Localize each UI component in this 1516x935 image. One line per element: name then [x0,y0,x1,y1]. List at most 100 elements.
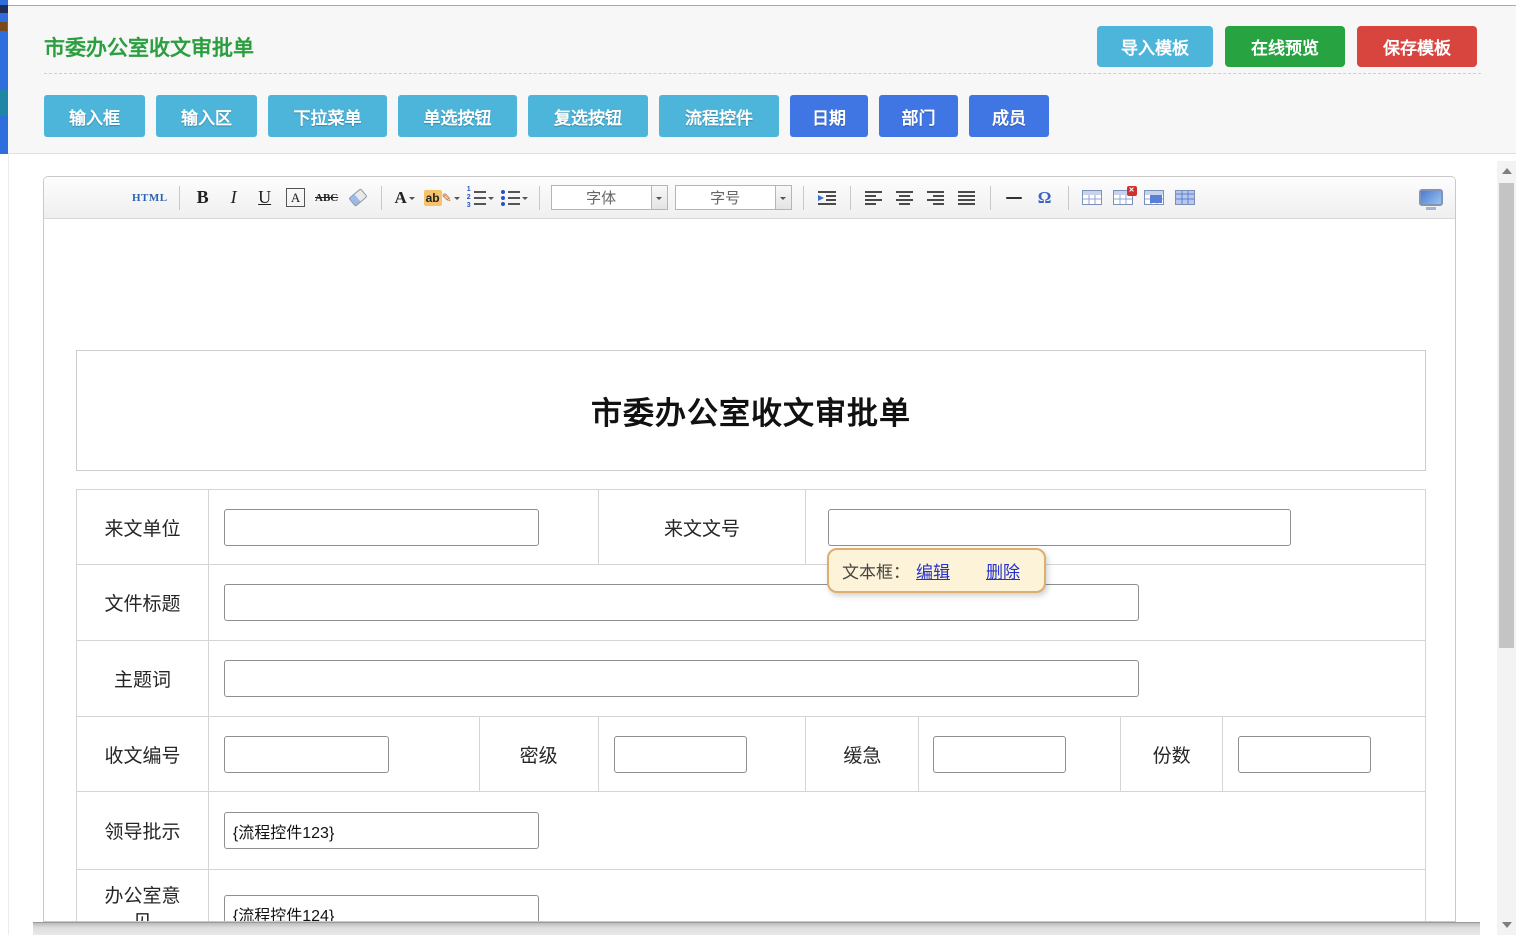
highlight-icon: ab [424,190,442,206]
label-leader-comment: 领导批示 [77,792,209,870]
underline-button[interactable]: U [253,185,277,211]
clipped-window-strip [0,0,8,154]
component-button-input[interactable]: 输入框 [44,95,145,137]
clipped-window-artifact [0,90,8,116]
align-right-button[interactable] [924,185,948,211]
html-source-button[interactable]: HTML [132,185,168,211]
align-center-icon [896,191,913,205]
component-button-textarea[interactable]: 输入区 [156,95,257,137]
table-row: 领导批示 [77,792,1426,870]
select-arrow-button[interactable] [651,186,667,209]
bold-button[interactable]: B [191,185,215,211]
copies-input[interactable] [1238,736,1371,773]
delete-table-button[interactable] [1111,185,1135,211]
indent-icon [818,191,836,205]
font-style-button[interactable]: A [284,185,308,211]
label-secrecy: 密级 [480,717,599,792]
align-justify-button[interactable] [955,185,979,211]
page-title: 市委办公室收文审批单 [44,32,254,62]
form-title-box: 市委办公室收文审批单 [76,350,1426,471]
save-template-button[interactable]: 保存模板 [1357,26,1477,67]
component-button-radio[interactable]: 单选按钮 [398,95,517,137]
cell-subject-word [209,641,1426,717]
component-button-checkbox[interactable]: 复选按钮 [528,95,648,137]
urgency-input[interactable] [933,736,1066,773]
label-source-unit: 来文单位 [77,490,209,565]
cell-properties-button[interactable] [1142,185,1166,211]
ordered-list-button[interactable] [467,185,494,211]
import-template-button[interactable]: 导入模板 [1097,26,1213,67]
table-icon [1082,190,1102,205]
italic-button[interactable]: I [222,185,246,211]
horizontal-rule-button[interactable] [1002,185,1026,211]
indent-button[interactable] [815,185,839,211]
scroll-thumb[interactable] [1499,183,1514,648]
scroll-up-button[interactable] [1497,163,1516,179]
ordered-list-icon [467,187,486,209]
component-button-member[interactable]: 成员 [969,95,1049,137]
office-opinion-input[interactable] [224,895,539,922]
arrow-up-icon [1502,163,1512,174]
edit-link[interactable]: 编辑 [916,558,950,583]
cell-receipt-number [209,717,480,792]
fullscreen-button[interactable] [1419,189,1443,206]
chevron-down-icon [454,197,460,203]
editor-content[interactable]: 市委办公室收文审批单 来文单位 来文文号 文件标题 [44,219,1455,922]
label-doc-title: 文件标题 [77,565,209,641]
component-button-date[interactable]: 日期 [790,95,868,137]
chevron-down-icon [780,197,786,203]
table-row: 文件标题 [77,565,1426,641]
font-style-icon: A [286,188,305,207]
label-urgency: 缓急 [806,717,919,792]
source-number-input[interactable] [828,509,1291,546]
label-receipt-number: 收文编号 [77,717,209,792]
table-row: 收文编号 密级 缓急 份数 [77,717,1426,792]
component-button-dropdown[interactable]: 下拉菜单 [268,95,387,137]
insert-table-button[interactable] [1080,185,1104,211]
highlight-color-button[interactable]: ab ✎ [424,185,460,211]
cell-leader-comment [209,792,1426,870]
secrecy-input[interactable] [614,736,747,773]
page-header: 市委办公室收文审批单 导入模板 在线预览 保存模板 输入框 输入区 下拉菜单 单… [8,5,1516,154]
field-tooltip: 文本框： 编辑 删除 [827,548,1046,593]
align-right-icon [927,191,944,205]
cell-secrecy [599,717,807,792]
table-properties-button[interactable] [1173,185,1197,211]
label-copies: 份数 [1121,717,1223,792]
align-left-button[interactable] [862,185,886,211]
scroll-down-button[interactable] [1497,917,1516,933]
component-button-department[interactable]: 部门 [879,95,958,137]
font-family-value: 字体 [552,186,651,209]
cell-doc-title [209,565,1426,641]
delete-table-icon [1113,190,1133,205]
delete-link[interactable]: 删除 [986,558,1020,583]
leader-comment-input[interactable] [224,812,539,849]
special-char-button[interactable]: Ω [1033,185,1057,211]
online-preview-button[interactable]: 在线预览 [1225,26,1345,67]
clipped-window-artifact [0,5,8,13]
toolbar-separator [539,186,540,210]
toolbar-separator [1068,186,1069,210]
eraser-button[interactable] [346,185,370,211]
font-family-select[interactable]: 字体 [551,185,668,210]
vertical-scrollbar[interactable] [1497,161,1516,935]
receipt-number-input[interactable] [224,736,389,773]
select-arrow-button[interactable] [775,186,791,209]
header-divider [44,73,1481,74]
source-unit-input[interactable] [224,509,539,546]
align-center-button[interactable] [893,185,917,211]
text-color-button[interactable]: A [393,185,417,211]
component-toolbox: 输入框 输入区 下拉菜单 单选按钮 复选按钮 流程控件 日期 部门 成员 [44,95,1049,137]
font-size-select[interactable]: 字号 [675,185,792,210]
strikethrough-button[interactable]: ABC [315,185,339,211]
subject-word-input[interactable] [224,660,1139,697]
rich-text-editor: HTML B I U A ABC A ab ✎ [43,176,1456,922]
unordered-list-icon [501,190,520,206]
font-size-value: 字号 [676,186,775,209]
component-button-flow-control[interactable]: 流程控件 [659,95,779,137]
clipped-window-artifact [0,22,7,31]
label-subject-word: 主题词 [77,641,209,717]
editor-toolbar: HTML B I U A ABC A ab ✎ [44,177,1455,219]
text-color-icon: A [394,188,406,208]
unordered-list-button[interactable] [501,185,528,211]
